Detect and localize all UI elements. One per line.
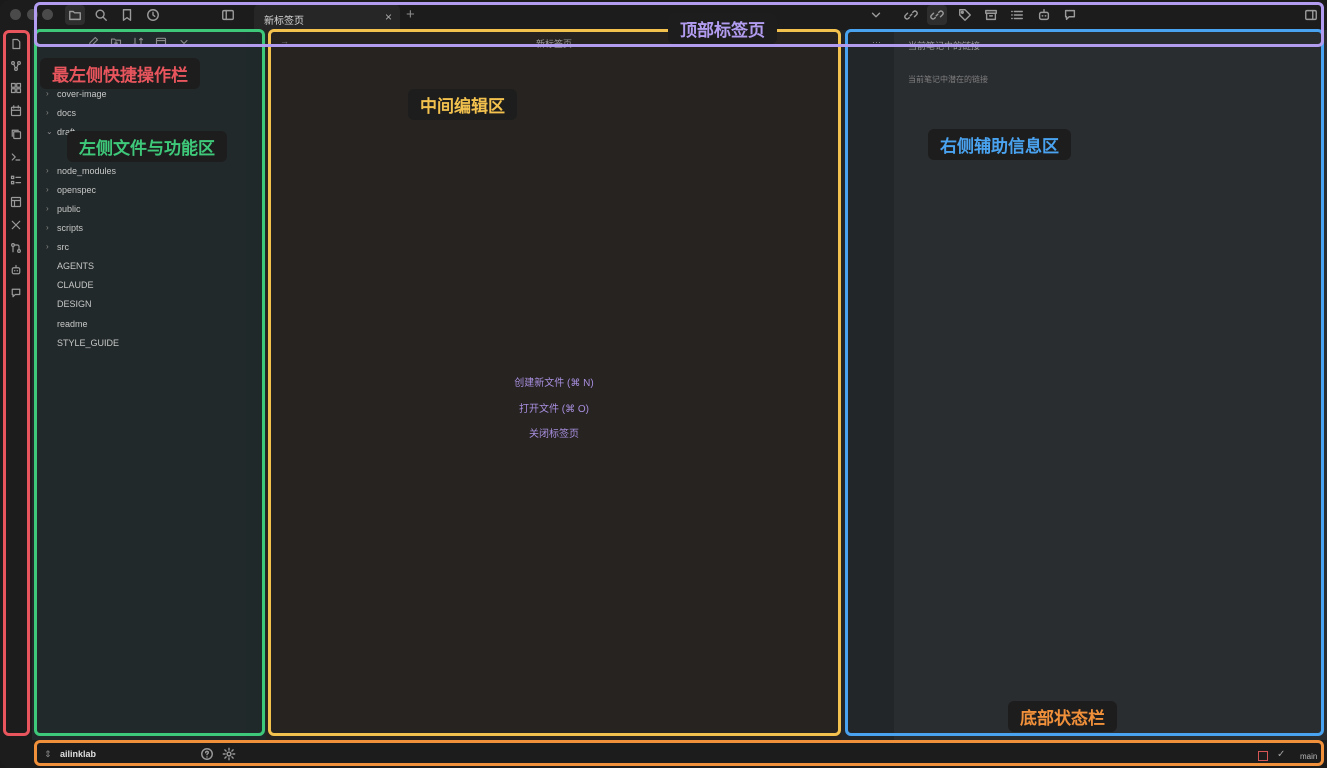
chevron-right-icon[interactable]: › [46, 223, 49, 232]
app-window: 新标签页 × + › cover-image › docs ⌄ draft › … [0, 0, 1327, 768]
window-control-zoom[interactable] [42, 9, 53, 20]
window-control-minimize[interactable] [27, 9, 38, 20]
outgoing-links-heading[interactable]: 当前笔记中的链接 [908, 39, 980, 52]
clock-icon[interactable] [143, 5, 163, 25]
annotation-top-label: 顶部标签页 [668, 13, 777, 44]
git-branch[interactable]: main [1300, 752, 1317, 761]
grid-icon[interactable] [8, 80, 24, 96]
chevron-right-icon[interactable]: › [46, 185, 49, 194]
unlinked-mentions-label: 当前笔记中潜在的链接 [908, 75, 988, 84]
chevron-right-icon[interactable]: › [46, 242, 49, 251]
search-icon[interactable] [91, 5, 111, 25]
left-sidebar-edge [246, 30, 266, 740]
file-item[interactable]: DESIGN [57, 299, 92, 309]
chevron-down-icon[interactable]: ⌄ [46, 127, 53, 136]
annotation-right-label: 右侧辅助信息区 [928, 129, 1071, 160]
bookmark-icon[interactable] [117, 5, 137, 25]
title-bar [0, 0, 1327, 30]
tag-icon[interactable] [955, 5, 975, 25]
window-control-close[interactable] [10, 9, 21, 20]
create-file-link[interactable]: 创建新文件 (⌘ N) [266, 374, 842, 389]
folder-item[interactable]: node_modules [57, 166, 116, 176]
file-item[interactable]: AGENTS [57, 261, 94, 271]
graph-icon[interactable] [8, 58, 24, 74]
terminal-icon[interactable] [8, 149, 24, 165]
list-icon[interactable] [8, 172, 24, 188]
link-icon[interactable] [901, 5, 921, 25]
robot-icon[interactable] [8, 262, 24, 278]
file-item[interactable]: CLAUDE [57, 280, 94, 290]
more-options-icon[interactable]: ··· [872, 37, 881, 47]
archive-icon[interactable] [981, 5, 1001, 25]
folder-item[interactable]: cover-image [57, 89, 107, 99]
file-item[interactable]: STYLE_GUIDE [57, 338, 119, 348]
collapse-icon[interactable] [155, 35, 169, 49]
new-tab-button[interactable]: + [406, 6, 415, 23]
calendar-icon[interactable] [8, 103, 24, 119]
folder-item[interactable]: openspec [57, 185, 96, 195]
chevron-down-icon[interactable] [866, 5, 886, 25]
annotation-ribbon-label: 最左侧快捷操作栏 [40, 58, 200, 89]
sync-error-icon[interactable] [1258, 751, 1268, 761]
folder-icon[interactable] [65, 5, 85, 25]
folder-item[interactable]: scripts [57, 223, 83, 233]
chevron-right-icon[interactable]: › [46, 89, 49, 98]
chat-icon[interactable] [8, 285, 24, 301]
check-icon[interactable]: ✓ [1277, 749, 1285, 760]
tab-label: 新标签页 [264, 16, 304, 27]
vault-switch-icon[interactable]: ⇕ [44, 749, 52, 760]
chevron-down-icon[interactable] [178, 35, 192, 49]
sidebar-toggle-icon[interactable] [218, 5, 238, 25]
sort-icon[interactable] [132, 35, 146, 49]
open-file-link[interactable]: 打开文件 (⌘ O) [266, 400, 842, 415]
backlink-icon[interactable] [927, 5, 947, 25]
chat-icon[interactable] [1060, 5, 1080, 25]
help-icon[interactable] [197, 744, 217, 764]
copy-icon[interactable] [8, 126, 24, 142]
outline-icon[interactable] [1007, 5, 1027, 25]
tools-icon[interactable] [8, 217, 24, 233]
file-item[interactable]: readme [57, 319, 88, 329]
chevron-right-icon[interactable]: › [46, 166, 49, 175]
annotation-editor-label: 中间编辑区 [408, 89, 517, 120]
close-icon[interactable]: × [385, 10, 392, 24]
right-sidebar-toggle-icon[interactable] [1301, 5, 1321, 25]
annotation-left-label: 左侧文件与功能区 [67, 131, 227, 162]
new-note-icon[interactable] [87, 35, 101, 49]
folder-item[interactable]: src [57, 242, 69, 252]
folder-item[interactable]: public [57, 204, 81, 214]
new-folder-icon[interactable] [110, 35, 124, 49]
close-tab-link[interactable]: 关闭标签页 [266, 425, 842, 440]
vault-name[interactable]: ailinklab [60, 749, 96, 759]
robot-icon[interactable] [1034, 5, 1054, 25]
right-panel-gutter [842, 30, 894, 740]
chevron-right-icon[interactable]: › [46, 108, 49, 117]
settings-icon[interactable] [219, 744, 239, 764]
file-icon[interactable] [8, 36, 24, 52]
layout-icon[interactable] [8, 194, 24, 210]
folder-item[interactable]: docs [57, 108, 76, 118]
chevron-right-icon[interactable]: › [46, 204, 49, 213]
tab-new[interactable]: 新标签页 × [254, 4, 400, 30]
annotation-status-label: 底部状态栏 [1008, 701, 1117, 732]
git-icon[interactable] [8, 240, 24, 256]
